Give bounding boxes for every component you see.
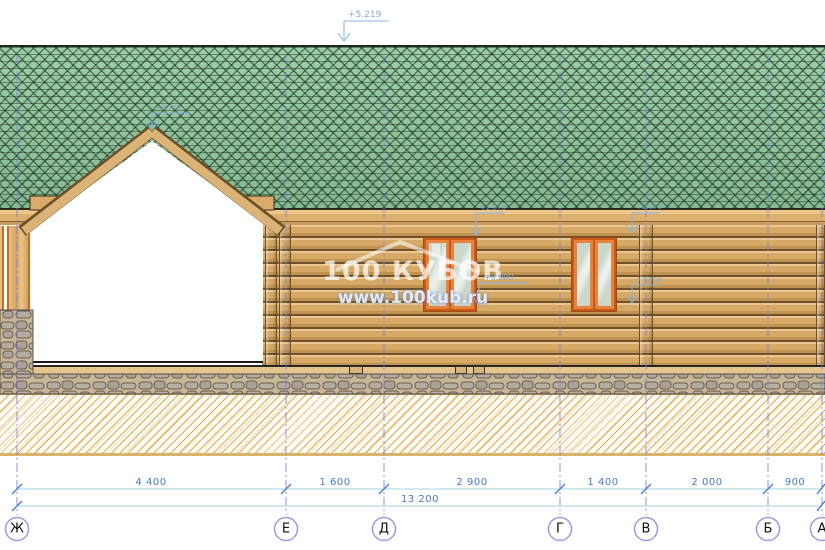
stone-strip	[0, 374, 825, 394]
axis-bubble-label: Б	[764, 522, 773, 537]
porch-post-edge	[0, 226, 4, 312]
elevation-label-ridge: +5.219	[348, 10, 381, 20]
axis-bubble-label: В	[642, 522, 651, 537]
elevation-arrow-ridge	[338, 33, 350, 41]
dim-segment: 2 900	[456, 477, 487, 488]
dim-segment: 1 600	[319, 477, 350, 488]
log-corner-notch	[816, 225, 825, 365]
eaves-fascia	[0, 209, 825, 225]
ground-hatch	[0, 394, 825, 456]
log-corner-notch	[279, 225, 291, 365]
dim-segment: 1 400	[587, 477, 618, 488]
dim-segment: 2 000	[691, 477, 722, 488]
axis-bubble-label: А	[818, 522, 825, 537]
axis-bubble-label: Е	[282, 522, 290, 537]
watermark-title: 100 КУБОВ	[322, 256, 504, 287]
dim-segment: 900	[785, 477, 806, 488]
elevation-drawing: 100 КУБОВ www.100kub.ru +5.219 +3.770 +2…	[0, 0, 825, 550]
window-2	[571, 237, 617, 312]
foundation-vent	[455, 366, 467, 374]
foundation-vent	[349, 366, 363, 374]
axis-bubble-label: Г	[556, 522, 564, 537]
window-casement	[574, 240, 593, 309]
axis-bubble-label: Ж	[10, 522, 24, 537]
roof-tiles	[0, 45, 825, 209]
watermark-url: www.100kub.ru	[338, 288, 489, 308]
porch-post	[7, 226, 30, 312]
log-corner-notch	[265, 225, 277, 365]
foundation-vent	[473, 366, 485, 374]
porch-opening	[30, 224, 263, 363]
watermark: 100 КУБОВ www.100kub.ru	[328, 232, 498, 310]
dimension-lines	[12, 484, 825, 511]
window-casement	[595, 240, 614, 309]
axis-bubble-label: Д	[379, 522, 389, 537]
log-corner-notch	[639, 225, 653, 365]
dim-segment: 4 400	[135, 477, 166, 488]
dim-total: 13 200	[401, 494, 439, 505]
dimension-ticks	[12, 484, 825, 511]
plinth-board	[0, 365, 825, 374]
axis-bubbles	[6, 518, 825, 541]
